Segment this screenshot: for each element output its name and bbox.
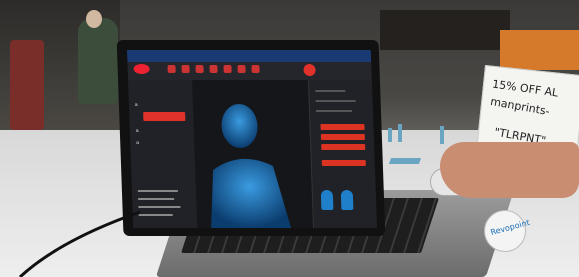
photo-scene: 15% OFF AL manprints- "TLRPNT" a a a Rev…: [0, 0, 579, 277]
laptop-cable: [18, 210, 141, 277]
